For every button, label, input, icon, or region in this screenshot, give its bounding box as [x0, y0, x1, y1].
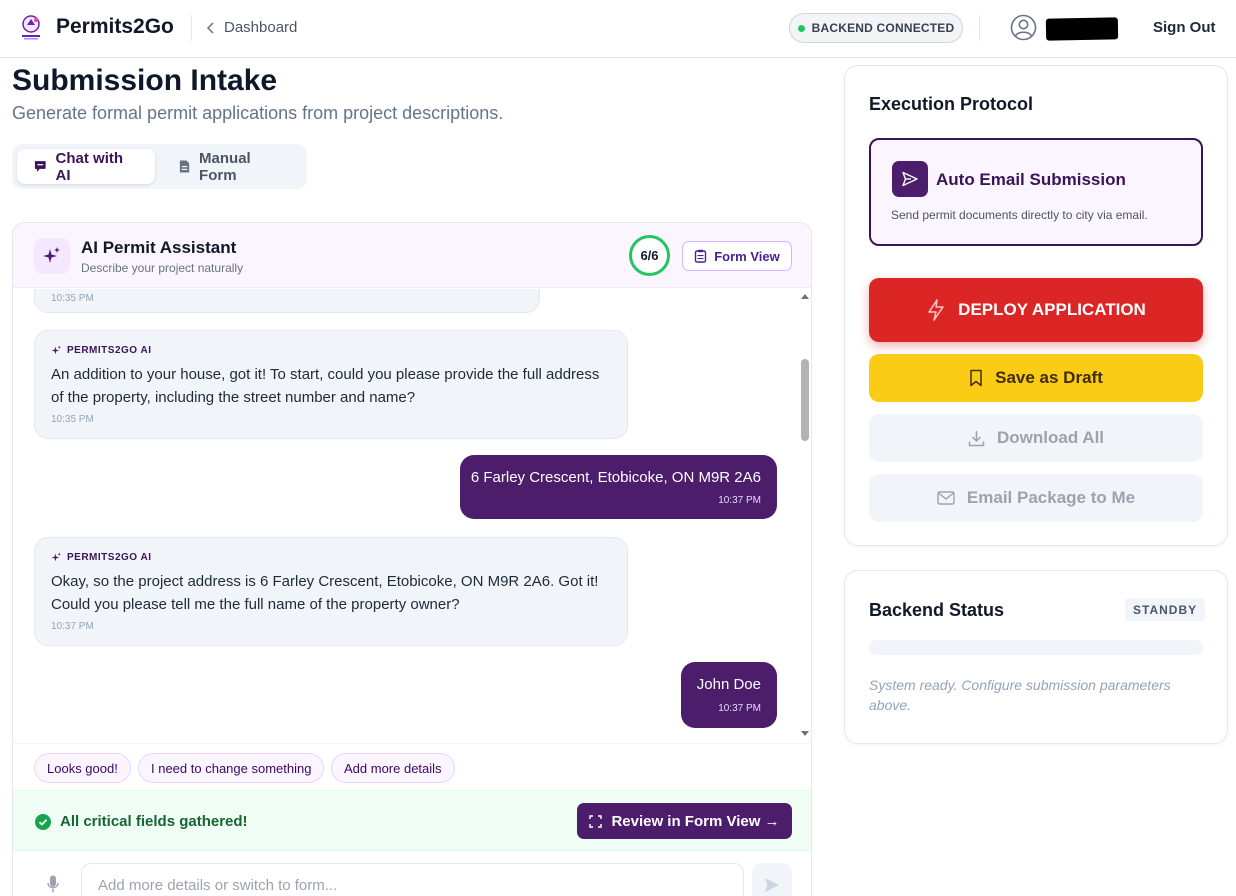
backend-status-title: Backend Status [869, 600, 1005, 620]
tab-chat-with-ai[interactable]: Chat with AI [17, 149, 155, 184]
deploy-label: DEPLOY APPLICATION [958, 300, 1146, 319]
quick-replies: Looks good! I need to change something A… [13, 743, 811, 790]
message-text: John Doe [696, 676, 761, 693]
protocol-description: Send permit documents directly to city v… [891, 208, 1148, 222]
quick-reply-change-something[interactable]: I need to change something [138, 753, 325, 783]
completion-banner: All critical fields gathered! Review in … [13, 790, 811, 851]
message-text: Okay, so the project address is 6 Farley… [51, 573, 599, 613]
save-draft-label: Save as Draft [995, 368, 1103, 387]
back-link-label: Dashboard [224, 19, 298, 36]
page-title: Submission Intake [12, 64, 278, 97]
tab-manual-form[interactable]: Manual Form [162, 149, 302, 184]
chat-icon [34, 161, 46, 172]
expand-icon [589, 814, 603, 828]
sparkles-icon [51, 345, 61, 355]
sender-label: PERMITS2GO AI [67, 552, 152, 563]
lightning-icon [928, 299, 944, 321]
message-list[interactable]: 10:35 PM PERMITS2GO AI An addition to yo… [13, 289, 811, 743]
quick-reply-looks-good[interactable]: Looks good! [34, 753, 131, 783]
status-message: System ready. Configure submission param… [869, 677, 1171, 713]
send-button[interactable] [752, 863, 792, 896]
page-subtitle: Generate formal permit applications from… [12, 103, 504, 123]
quick-reply-add-details[interactable]: Add more details [331, 753, 455, 783]
sparkles-icon [43, 247, 60, 263]
clipboard-icon [695, 249, 707, 263]
sparkles-icon [51, 552, 61, 562]
scrollbar-thumb[interactable] [801, 359, 809, 441]
chat-panel: AI Permit Assistant Describe your projec… [12, 222, 812, 896]
download-all-button[interactable]: Download All [869, 414, 1203, 462]
message-time: 10:35 PM [51, 293, 94, 304]
email-package-button[interactable]: Email Package to Me [869, 474, 1203, 522]
connection-status-label: BACKEND CONNECTED [811, 21, 955, 35]
review-button-label: Review in Form View → [611, 812, 780, 830]
status-badge: STANDBY [1125, 598, 1206, 621]
send-icon [765, 878, 779, 892]
back-to-dashboard-link[interactable]: Dashboard [206, 19, 297, 36]
chat-header: AI Permit Assistant Describe your projec… [13, 223, 811, 288]
assistant-subtitle: Describe your project naturally [81, 261, 244, 275]
tab-label: Chat with AI [55, 149, 124, 184]
status-dot-icon [797, 24, 805, 32]
tab-label: Manual Form [199, 149, 251, 184]
bookmark-icon [970, 369, 982, 387]
backend-connection-badge: BACKEND CONNECTED [789, 13, 963, 43]
fields-progress-indicator: 6/6 [629, 235, 670, 276]
message-sender: PERMITS2GO AI [51, 345, 151, 356]
sign-out-button[interactable]: Sign Out [1153, 19, 1216, 36]
send-icon-box [892, 161, 928, 197]
ai-message: PERMITS2GO AI Okay, so the project addre… [34, 537, 628, 646]
form-view-button[interactable]: Form View [682, 241, 792, 271]
user-message: 6 Farley Crescent, Etobicoke, ON M9R 2A6… [460, 455, 777, 519]
composer [13, 851, 811, 896]
sender-label: PERMITS2GO AI [67, 345, 152, 356]
microphone-icon[interactable] [47, 875, 59, 893]
assistant-avatar [34, 238, 70, 274]
form-view-label: Form View [714, 248, 780, 264]
protocol-title: Auto Email Submission [936, 170, 1126, 189]
completion-message: All critical fields gathered! [60, 813, 248, 830]
execution-protocol-panel: Execution Protocol Auto Email Submission… [844, 65, 1228, 546]
mode-tabs: Chat with AI Manual Form [12, 144, 307, 189]
top-bar: Permits2Go Dashboard BACKEND CONNECTED S… [0, 0, 1236, 58]
deploy-application-button[interactable]: DEPLOY APPLICATION [869, 278, 1203, 342]
mail-icon [937, 491, 955, 505]
message-text: 6 Farley Crescent, Etobicoke, ON M9R 2A6 [470, 469, 761, 486]
divider [979, 15, 980, 41]
review-in-form-view-button[interactable]: Review in Form View → [577, 803, 792, 839]
send-icon [902, 171, 918, 187]
brand-name[interactable]: Permits2Go [56, 15, 174, 39]
chat-scrollbar[interactable] [799, 289, 811, 743]
message-time: 10:35 PM [51, 414, 94, 425]
message-sender: PERMITS2GO AI [51, 552, 151, 563]
message-text: An addition to your house, got it! To st… [51, 366, 600, 406]
save-as-draft-button[interactable]: Save as Draft [869, 354, 1203, 402]
backend-status-panel: Backend Status STANDBY System ready. Con… [844, 570, 1228, 744]
message-time: 10:37 PM [718, 495, 761, 506]
permits2go-logo[interactable] [17, 13, 45, 41]
completion-status: All critical fields gathered! [35, 813, 248, 830]
scroll-down-arrow-icon[interactable] [801, 731, 809, 736]
check-circle-icon [35, 813, 51, 830]
email-package-label: Email Package to Me [966, 488, 1136, 507]
user-avatar-icon[interactable] [1010, 14, 1037, 41]
divider [191, 15, 192, 41]
document-icon [179, 160, 190, 173]
message-time: 10:37 PM [51, 621, 94, 632]
chevron-left-icon [206, 21, 214, 34]
execution-protocol-title: Execution Protocol [869, 94, 1034, 114]
auto-email-submission-option[interactable]: Auto Email Submission Send permit docume… [869, 138, 1203, 246]
redacted-username [1045, 17, 1119, 41]
chat-message-input[interactable] [81, 863, 744, 896]
user-message: 10:35 PM [34, 289, 540, 313]
progress-label: 6/6 [640, 248, 659, 263]
download-icon [968, 430, 985, 446]
scroll-up-arrow-icon[interactable] [801, 294, 809, 299]
ai-message: PERMITS2GO AI An addition to your house,… [34, 330, 628, 439]
download-label: Download All [996, 428, 1105, 447]
message-time: 10:37 PM [718, 703, 761, 714]
user-message: John Doe 10:37 PM [681, 662, 777, 728]
assistant-title: AI Permit Assistant [81, 238, 237, 257]
status-progress-bar [869, 640, 1203, 655]
